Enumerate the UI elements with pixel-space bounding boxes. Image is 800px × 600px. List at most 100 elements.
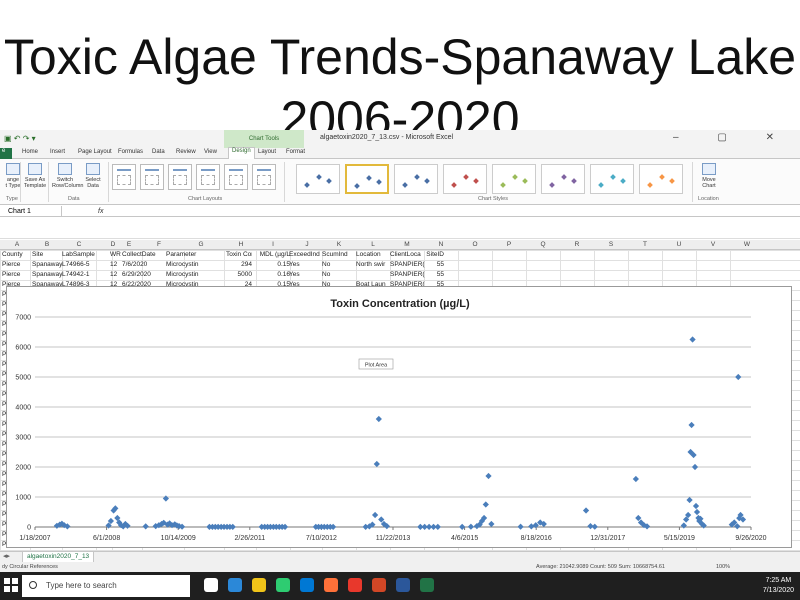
ribbon-button-2[interactable]: Switch Row/Column (52, 163, 83, 189)
header-cell[interactable]: Site (32, 251, 62, 258)
zoom-level[interactable]: 100% (716, 564, 730, 570)
windows-start-icon[interactable] (4, 578, 18, 592)
chart-layout-option[interactable] (168, 164, 192, 190)
column-header-l[interactable]: L (358, 241, 388, 248)
data-row-cell[interactable]: SPANPIER( (390, 271, 426, 278)
chart-style-option[interactable] (296, 164, 340, 194)
column-header-f[interactable]: F (144, 241, 174, 248)
taskbar-search-input[interactable]: Type here to search (22, 575, 190, 597)
column-header-c[interactable]: C (64, 241, 94, 248)
data-row-cell[interactable]: 5000 (226, 271, 252, 278)
data-row-cell[interactable]: No (322, 271, 354, 278)
header-cell[interactable]: Location (356, 251, 390, 258)
column-header-s[interactable]: S (596, 241, 626, 248)
header-cell[interactable]: ClientLoca (390, 251, 426, 258)
chart-layout-option[interactable] (196, 164, 220, 190)
system-clock[interactable]: 7:25 AM 7/13/2020 (763, 576, 794, 596)
chart-style-option[interactable] (443, 164, 487, 194)
data-row-cell[interactable]: 0.15 (258, 261, 290, 268)
data-row-cell[interactable]: Spanaway Lal (32, 261, 62, 268)
column-header-o[interactable]: O (460, 241, 490, 248)
taskbar-app-icon[interactable] (348, 578, 362, 592)
chart-style-option[interactable] (345, 164, 389, 194)
tab-formulas[interactable]: Formulas (118, 149, 143, 155)
column-header-a[interactable]: A (2, 241, 32, 248)
chart-style-option[interactable] (541, 164, 585, 194)
header-cell[interactable]: CollectDate (122, 251, 166, 258)
column-header-q[interactable]: Q (528, 241, 558, 248)
ribbon-button-3[interactable]: Select Data (80, 163, 106, 189)
data-row-cell[interactable]: 12 (110, 271, 122, 278)
tab-data[interactable]: Data (152, 149, 165, 155)
column-header-w[interactable]: W (732, 241, 762, 248)
column-header-h[interactable]: H (226, 241, 256, 248)
column-header-b[interactable]: B (32, 241, 62, 248)
header-cell[interactable]: Parameter (166, 251, 222, 258)
data-row-cell[interactable]: 6/29/2020 (122, 271, 166, 278)
column-header-r[interactable]: R (562, 241, 592, 248)
taskbar-app-icon[interactable] (276, 578, 290, 592)
data-row-cell[interactable]: 0.16 (258, 271, 290, 278)
toxin-chart[interactable]: Toxin Concentration (µg/L) 0 1000 2000 3000 4… (6, 286, 792, 548)
data-row-cell[interactable]: No (322, 261, 354, 268)
ribbon-button-4[interactable]: Move Chart (696, 163, 722, 189)
taskbar-app-icon[interactable] (228, 578, 242, 592)
tab-layout[interactable]: Layout (258, 149, 276, 155)
taskbar-app-icon[interactable] (396, 578, 410, 592)
ribbon-button-1[interactable]: Save As Template (22, 163, 48, 189)
column-header-u[interactable]: U (664, 241, 694, 248)
column-header-k[interactable]: K (324, 241, 354, 248)
tab-home[interactable]: Home (22, 149, 38, 155)
file-tab[interactable]: e (0, 148, 12, 159)
data-row-cell[interactable]: Microcystin (166, 261, 222, 268)
chart-style-option[interactable] (492, 164, 536, 194)
taskbar-app-icon[interactable] (420, 578, 434, 592)
tab-view[interactable]: View (204, 149, 217, 155)
data-row-cell[interactable]: Pierce (2, 271, 30, 278)
fx-icon[interactable]: fx (98, 206, 103, 217)
tab-insert[interactable]: Insert (50, 149, 65, 155)
taskbar-app-icon[interactable] (252, 578, 266, 592)
column-header-e[interactable]: E (114, 241, 144, 248)
header-cell[interactable]: ScumInd (322, 251, 354, 258)
header-cell[interactable]: LabSample (62, 251, 110, 258)
chart-layout-option[interactable] (140, 164, 164, 190)
tab-design[interactable]: Design (228, 147, 255, 159)
column-header-v[interactable]: V (698, 241, 728, 248)
tab-page-layout[interactable]: Page Layout (78, 149, 112, 155)
taskbar-app-icon[interactable] (204, 578, 218, 592)
data-row-cell[interactable]: 12 (110, 261, 122, 268)
header-cell[interactable]: Toxin Conc (226, 251, 252, 258)
data-row-cell[interactable]: 55 (426, 261, 444, 268)
column-header-g[interactable]: G (186, 241, 216, 248)
column-header-p[interactable]: P (494, 241, 524, 248)
header-cell[interactable]: County (2, 251, 30, 258)
column-header-j[interactable]: J (292, 241, 322, 248)
chart-style-option[interactable] (394, 164, 438, 194)
tab-format[interactable]: Format (286, 149, 305, 155)
taskbar-app-icon[interactable] (300, 578, 314, 592)
column-header-m[interactable]: M (392, 241, 422, 248)
data-row-cell[interactable]: 55 (426, 271, 444, 278)
header-cell[interactable]: SiteID (426, 251, 444, 258)
data-row-cell[interactable]: 294 (226, 261, 252, 268)
chart-layout-option[interactable] (224, 164, 248, 190)
data-row-cell[interactable]: L74966-5 (62, 261, 110, 268)
header-cell[interactable]: MDL (µg/L (258, 251, 290, 258)
data-row-cell[interactable]: SPANPIER( (390, 261, 426, 268)
data-row-cell[interactable]: Pierce (2, 261, 30, 268)
chart-layout-option[interactable] (112, 164, 136, 190)
data-row-cell[interactable]: North swir (356, 261, 390, 268)
column-header-i[interactable]: I (258, 241, 288, 248)
data-row-cell[interactable]: Yes (289, 271, 321, 278)
taskbar-app-icon[interactable] (372, 578, 386, 592)
header-cell[interactable]: WR (110, 251, 122, 258)
sheet-nav-icon[interactable]: ◂▸ (3, 552, 10, 560)
data-row-cell[interactable]: 7/6/2020 (122, 261, 166, 268)
data-row-cell[interactable]: Spanaway Lal (32, 271, 62, 278)
chart-layout-option[interactable] (252, 164, 276, 190)
data-row-cell[interactable]: Microcystin (166, 271, 222, 278)
data-row-cell[interactable]: Yes (289, 261, 321, 268)
quick-access-toolbar-icon[interactable]: ▣ ↶ ↷ ▾ (4, 134, 36, 143)
tab-review[interactable]: Review (176, 149, 196, 155)
